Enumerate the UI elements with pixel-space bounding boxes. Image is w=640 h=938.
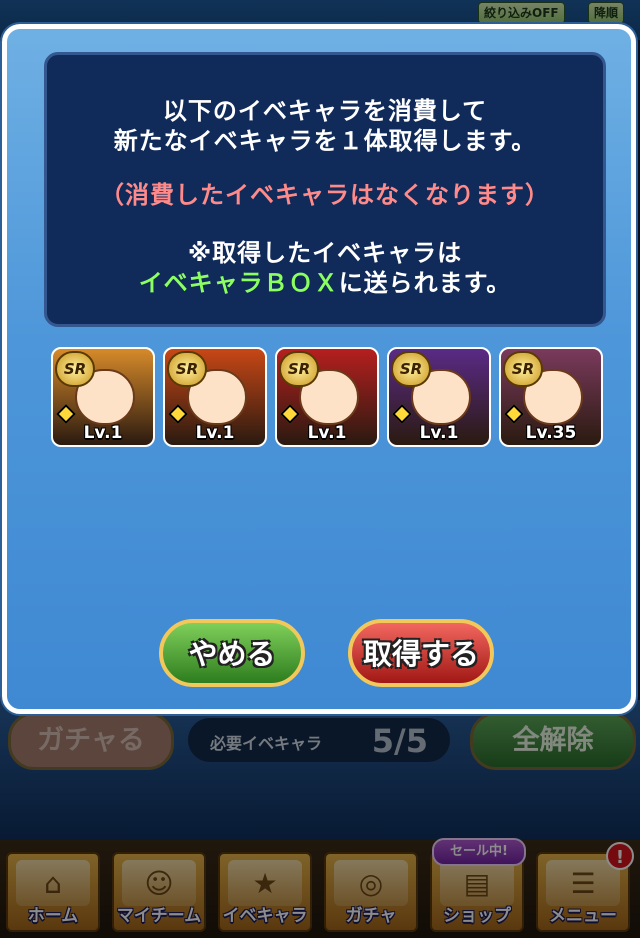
character-level: Lv.35: [525, 423, 577, 443]
character-level: Lv.1: [419, 423, 459, 443]
sr-rank-badge: SR: [279, 351, 319, 387]
sr-rank-badge: SR: [391, 351, 431, 387]
character-card[interactable]: SR Lv.35: [499, 347, 603, 447]
sr-rank-badge: SR: [167, 351, 207, 387]
character-level: Lv.1: [307, 423, 347, 443]
character-card[interactable]: SR Lv.1: [275, 347, 379, 447]
note-suffix: に送られます。: [338, 269, 512, 297]
note-line-2: イベキャラＢＯＸに送られます。: [47, 263, 603, 298]
character-level: Lv.1: [195, 423, 235, 443]
message-panel: 以下のイベキャラを消費して 新たなイベキャラを１体取得します。 （消費したイベキ…: [44, 52, 606, 327]
diamond-icon: [56, 404, 76, 424]
warning-text: （消費したイベキャラはなくなります）: [100, 181, 550, 209]
character-card[interactable]: SR Lv.1: [163, 347, 267, 447]
acquire-button[interactable]: 取得する: [348, 619, 494, 687]
diamond-icon: [392, 404, 412, 424]
confirm-dialog: 以下のイベキャラを消費して 新たなイベキャラを１体取得します。 （消費したイベキ…: [2, 24, 636, 714]
character-card[interactable]: SR Lv.1: [51, 347, 155, 447]
character-card[interactable]: SR Lv.1: [387, 347, 491, 447]
diamond-icon: [504, 404, 524, 424]
cancel-button[interactable]: やめる: [159, 619, 305, 687]
sr-rank-badge: SR: [503, 351, 543, 387]
sr-rank-badge: SR: [55, 351, 95, 387]
diamond-icon: [280, 404, 300, 424]
message-line-2: 新たなイベキャラを１体取得します。: [113, 127, 537, 155]
event-chara-box-text: イベキャラＢＯＸ: [138, 269, 339, 297]
character-level: Lv.1: [83, 423, 123, 443]
consumed-characters: SR Lv.1 SR Lv.1 SR Lv.1 SR Lv.1 SR Lv.35: [51, 347, 611, 457]
diamond-icon: [168, 404, 188, 424]
